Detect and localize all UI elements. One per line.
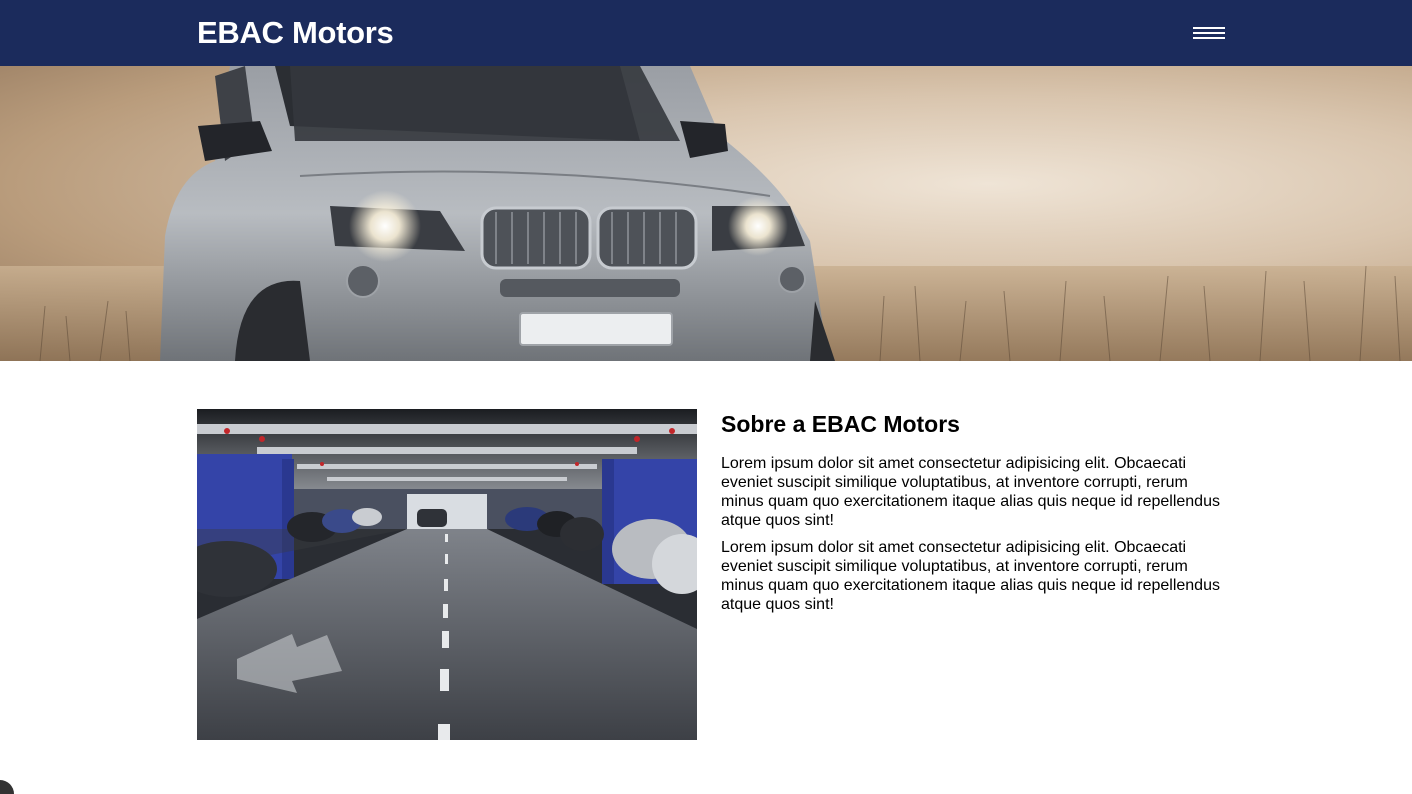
site-header: EBAC Motors bbox=[0, 0, 1412, 66]
hero-car-image bbox=[0, 66, 1412, 361]
about-paragraph: Lorem ipsum dolor sit amet consectetur a… bbox=[721, 539, 1220, 613]
menu-bar bbox=[1193, 27, 1225, 29]
about-text-column: Sobre a EBAC Motors Lorem ipsum dolor si… bbox=[721, 409, 1225, 740]
parking-garage-illustration bbox=[197, 409, 697, 740]
hamburger-menu-icon[interactable] bbox=[1193, 25, 1225, 41]
parking-garage-image bbox=[197, 409, 697, 740]
window-corner bbox=[0, 780, 14, 794]
about-section: Sobre a EBAC Motors Lorem ipsum dolor si… bbox=[197, 409, 1225, 740]
header-container: EBAC Motors bbox=[197, 0, 1225, 66]
about-paragraph: Lorem ipsum dolor sit amet consectetur a… bbox=[721, 455, 1220, 529]
menu-bar bbox=[1193, 32, 1225, 34]
menu-bar bbox=[1193, 37, 1225, 39]
hero-banner bbox=[0, 66, 1412, 361]
about-title: Sobre a EBAC Motors bbox=[721, 411, 960, 437]
brand-logo[interactable]: EBAC Motors bbox=[197, 15, 394, 51]
